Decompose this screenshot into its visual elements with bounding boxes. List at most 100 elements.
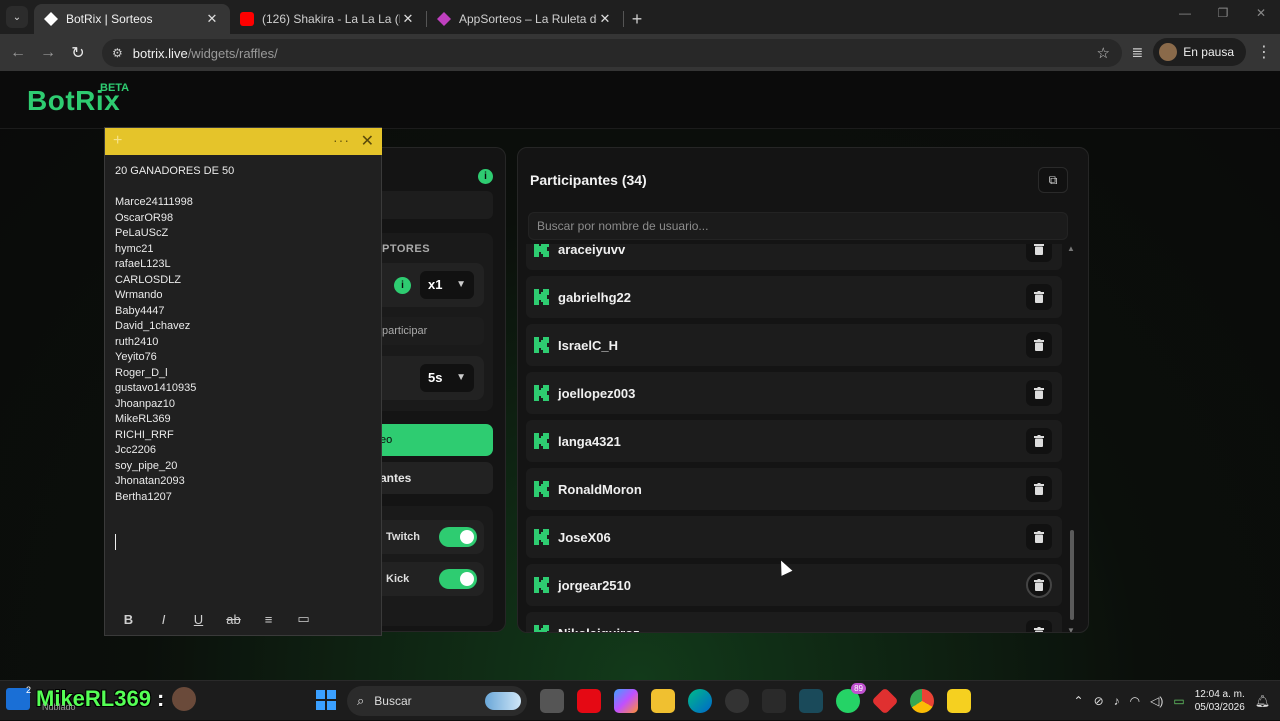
clock-app-icon[interactable]: [725, 689, 749, 713]
chrome-icon[interactable]: [910, 689, 934, 713]
widgets-icon[interactable]: 2: [6, 685, 31, 710]
address-bar[interactable]: ⚙ botrix.live /widgets/raffles/ ☆: [102, 39, 1122, 67]
overlay-avatar: [172, 687, 197, 711]
file-explorer-icon[interactable]: [651, 689, 675, 713]
winner-item: gustavo1410935: [115, 382, 197, 394]
delete-participant-button[interactable]: [1026, 428, 1052, 454]
participant-row: gabrielhg22: [526, 276, 1062, 318]
participant-row: RonaldMoron: [526, 468, 1062, 510]
restore-icon[interactable]: ❐: [1204, 6, 1242, 20]
delete-participant-button[interactable]: [1026, 476, 1052, 502]
whatsapp-icon[interactable]: 89: [836, 683, 866, 713]
reload-icon[interactable]: ↻: [63, 43, 93, 63]
delete-participant-button[interactable]: [1026, 244, 1052, 262]
close-window-icon[interactable]: ✕: [1242, 6, 1280, 20]
strikethrough-button[interactable]: ab: [216, 612, 251, 627]
network-off-icon[interactable]: ⊘: [1094, 694, 1104, 708]
weather-widget[interactable]: 2 MikeRL369 :: [6, 685, 197, 712]
participant-row: Nikolaiquiroz: [526, 612, 1062, 632]
scroll-up-icon[interactable]: ▲: [1067, 244, 1075, 253]
timer-value: 5s: [428, 370, 443, 385]
tab-close-icon[interactable]: ✕: [204, 11, 220, 27]
info-icon[interactable]: i: [394, 277, 411, 294]
delete-participant-button[interactable]: [1026, 284, 1052, 310]
delete-participant-button[interactable]: [1026, 380, 1052, 406]
anydesk-icon[interactable]: [871, 687, 899, 715]
disney-icon[interactable]: [799, 689, 823, 713]
store-icon[interactable]: [762, 689, 786, 713]
participants-button[interactable]: antes: [380, 462, 493, 494]
edge-icon[interactable]: [688, 689, 712, 713]
back-arrow-icon[interactable]: ←: [3, 44, 33, 62]
scroll-down-icon[interactable]: ▼: [1067, 626, 1075, 632]
chevron-up-icon[interactable]: ⌃: [1074, 694, 1084, 708]
tab-search-button[interactable]: ⌄: [6, 6, 28, 28]
winners-list[interactable]: Marce24111998 OscarOR98 PeLaUScZ hymc21 rafa…: [115, 195, 196, 505]
note-heading[interactable]: 20 GANADORES DE 50: [115, 165, 234, 177]
bullet-list-button[interactable]: ≡: [251, 612, 286, 627]
italic-button[interactable]: I: [146, 612, 181, 627]
add-note-icon[interactable]: +: [113, 132, 122, 150]
participants-list: araceiyuvv gabrielhg22 IsraelC_H joellopez0…: [526, 244, 1070, 632]
more-options-icon[interactable]: ···: [333, 132, 350, 148]
youtube-favicon-icon: [240, 12, 254, 26]
tab-youtube[interactable]: (126) Shakira - La La La (Brasil 2 ✕: [230, 4, 426, 34]
copy-icon[interactable]: ⧉: [1038, 167, 1068, 193]
windows-start-icon[interactable]: [316, 690, 336, 710]
tab-botrix[interactable]: BotRix | Sorteos ✕: [34, 4, 230, 34]
profile-avatar-icon: [1159, 43, 1178, 61]
timer-select[interactable]: 5s ▼: [420, 364, 474, 392]
sticky-note-titlebar[interactable]: + ··· ✕: [105, 128, 382, 155]
tab-appsorteos[interactable]: AppSorteos – La Ruleta de la Su ✕: [427, 4, 623, 34]
site-settings-icon[interactable]: ⚙: [112, 46, 123, 60]
browser-menu-icon[interactable]: ⋮: [1256, 42, 1272, 62]
start-raffle-button[interactable]: eo: [380, 424, 493, 456]
media-status-pill[interactable]: En pausa: [1153, 38, 1246, 66]
copilot-icon[interactable]: [614, 689, 638, 713]
scroll-thumb[interactable]: [1070, 530, 1074, 620]
wifi-icon[interactable]: ◠: [1130, 694, 1140, 708]
kick-logo-icon: [534, 433, 549, 449]
winner-item: ruth2410: [115, 335, 159, 348]
info-icon[interactable]: i: [478, 169, 493, 184]
battery-icon[interactable]: ▭: [1173, 694, 1184, 708]
delete-participant-button[interactable]: [1026, 332, 1052, 358]
tab-close-icon[interactable]: ✕: [597, 11, 613, 27]
raffle-keyword-input[interactable]: [380, 191, 493, 219]
underline-button[interactable]: U: [181, 612, 216, 627]
winner-item: hymc21: [115, 242, 154, 255]
new-tab-button[interactable]: +: [624, 4, 650, 34]
bookmark-star-icon[interactable]: ☆: [1097, 44, 1110, 62]
delete-participant-button[interactable]: [1026, 524, 1052, 550]
media-status-text: En pausa: [1183, 45, 1234, 59]
tab-close-icon[interactable]: ✕: [400, 11, 416, 27]
winner-item: Jhoanpaz10: [115, 397, 175, 410]
delete-participant-button[interactable]: [1026, 620, 1052, 632]
minimize-icon[interactable]: —: [1166, 6, 1204, 20]
participate-hint-field[interactable]: participar: [380, 317, 484, 345]
close-icon[interactable]: ✕: [361, 131, 374, 151]
bold-button[interactable]: B: [111, 612, 146, 627]
raffle-config-panel: i PTORES i x1 ▼ 5s ▼ participar eo antes: [380, 147, 506, 632]
insert-image-button[interactable]: ▭: [286, 611, 321, 627]
participant-search-input[interactable]: [528, 212, 1068, 240]
winner-item: Jcc2206: [115, 444, 156, 456]
trash-icon: [1034, 291, 1044, 303]
participants-scrollbar[interactable]: ▲ ▼: [1067, 244, 1075, 632]
kick-switch[interactable]: [439, 569, 477, 589]
multiplier-select[interactable]: x1 ▼: [420, 271, 474, 299]
clock[interactable]: 12:04 a. m. 05/03/2026: [1195, 688, 1245, 714]
volume-icon[interactable]: ◁): [1150, 694, 1163, 708]
microphone-icon[interactable]: ♪: [1114, 694, 1120, 708]
twitch-switch[interactable]: [439, 527, 477, 547]
sticky-notes-icon[interactable]: [947, 689, 971, 713]
notification-bell-icon[interactable]: 🔔︎: [1255, 694, 1270, 708]
delete-participant-button[interactable]: [1026, 572, 1052, 598]
forward-arrow-icon[interactable]: →: [33, 44, 63, 62]
task-view-icon[interactable]: [540, 689, 564, 713]
taskbar-search[interactable]: ⌕ Buscar: [347, 686, 527, 716]
browser-toolbar: ← → ↻ ⚙ botrix.live /widgets/raffles/ ☆ …: [0, 34, 1280, 71]
media-queue-icon[interactable]: ≣: [1132, 44, 1144, 61]
overlay-colon: :: [156, 686, 165, 711]
netflix-icon[interactable]: [577, 689, 601, 713]
